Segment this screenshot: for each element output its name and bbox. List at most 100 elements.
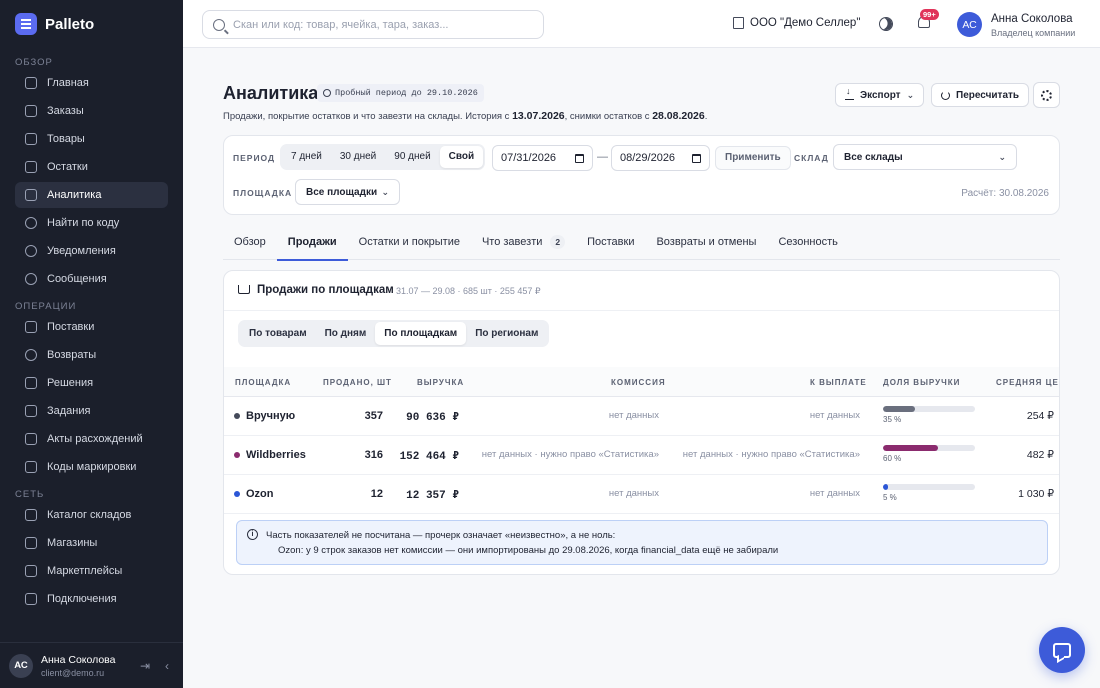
layers-icon xyxy=(25,161,37,173)
store-icon xyxy=(25,537,37,549)
view-option[interactable]: По регионам xyxy=(466,322,547,345)
sidebar-item-label: Маркетплейсы xyxy=(47,565,123,577)
sidebar-item[interactable]: Возвраты xyxy=(15,342,168,368)
chat-icon xyxy=(1053,642,1071,658)
view-option[interactable]: По дням xyxy=(316,322,376,345)
period-option[interactable]: 7 дней xyxy=(282,146,331,168)
plug-icon xyxy=(25,593,37,605)
view-option[interactable]: По площадкам xyxy=(375,322,467,345)
building-icon xyxy=(733,17,744,29)
filter-panel: ПЕРИОД 7 дней 30 дней 90 дней Свой 07/31/20… xyxy=(223,135,1060,215)
calendar-icon[interactable] xyxy=(575,153,584,163)
tab[interactable]: Поставки xyxy=(576,228,645,260)
platform-select[interactable]: Все площадки ⌄ xyxy=(295,179,400,205)
sidebar-item-label: Аналитика xyxy=(47,189,102,201)
date-to-input[interactable]: 08/29/2026 xyxy=(611,145,710,171)
tab[interactable]: Обзор xyxy=(223,228,277,260)
sidebar-section-title: ОПЕРАЦИИ xyxy=(15,301,77,312)
chat-button[interactable] xyxy=(1039,627,1085,673)
chevron-down-icon: ⌄ xyxy=(906,89,915,100)
sidebar-item[interactable]: Магазины xyxy=(15,530,168,556)
export-label: Экспорт xyxy=(860,89,901,101)
sidebar-item[interactable]: Заказы xyxy=(15,98,168,124)
collapse-sidebar-icon[interactable]: ‹ xyxy=(160,659,174,673)
tab[interactable]: Остатки и покрытие xyxy=(348,228,471,260)
period-label: ПЕРИОД xyxy=(233,153,276,163)
box-icon xyxy=(25,133,37,145)
sidebar-item[interactable]: Акты расхождений xyxy=(15,426,168,452)
tab[interactable]: Что завезти 2 xyxy=(471,228,576,260)
table-header: ПЛОЩАДКА ПРОДАНО, ШТ ВЫРУЧКА КОМИССИЯ К … xyxy=(224,367,1059,397)
avatar[interactable]: АС xyxy=(957,12,982,37)
apply-button[interactable]: Применить xyxy=(715,146,791,170)
sidebar-item[interactable]: Аналитика xyxy=(15,182,168,208)
chevron-down-icon: ⌄ xyxy=(998,151,1006,162)
tab-label: Обзор xyxy=(234,236,266,248)
table-row[interactable]: Ozon 12 12 357 ₽ нет данных нет данных 5 % 1 0… xyxy=(224,475,1059,514)
sidebar-item[interactable]: Найти по коду xyxy=(15,210,168,236)
period-option[interactable]: 90 дней xyxy=(385,146,439,168)
sidebar-item[interactable]: Решения xyxy=(15,370,168,396)
table-row[interactable]: Wildberries 316 152 464 ₽ нет данных · нужн… xyxy=(224,436,1059,475)
brand-name: Palleto xyxy=(45,15,95,33)
sidebar-item[interactable]: Подключения xyxy=(15,586,168,612)
column-header[interactable]: К ВЫПЛАТЕ xyxy=(810,378,867,387)
recalculate-button[interactable]: Пересчитать xyxy=(931,83,1030,107)
column-header[interactable]: КОМИССИЯ xyxy=(611,378,666,387)
company-name: ООО "Демо Селлер" xyxy=(750,17,861,29)
sidebar-item[interactable]: Поставки xyxy=(15,314,168,340)
recalculate-label: Пересчитать xyxy=(956,89,1020,101)
history-date: 13.07.2026 xyxy=(512,110,565,122)
analytics-tabs: Обзор Продажи Остатки и покрытие Что завезт… xyxy=(223,228,1060,261)
commission: нет данных xyxy=(608,410,659,421)
document-icon xyxy=(25,433,37,445)
sidebar-item[interactable]: Сообщения xyxy=(15,266,168,292)
theme-toggle-icon[interactable] xyxy=(877,15,895,33)
date-from-input[interactable]: 07/31/2026 xyxy=(492,145,593,171)
share-percent: 35 % xyxy=(883,415,902,424)
export-button[interactable]: Экспорт ⌄ xyxy=(835,83,925,107)
column-header[interactable]: ПРОДАНО, ШТ xyxy=(323,378,392,387)
tab[interactable]: Сезонность xyxy=(767,228,848,260)
sidebar-item[interactable]: Коды маркировки xyxy=(15,454,168,480)
share-bar xyxy=(883,445,975,451)
column-header[interactable]: ПЛОЩАДКА xyxy=(235,378,291,387)
settings-button[interactable] xyxy=(1033,82,1060,108)
sidebar-item[interactable]: Каталог складов xyxy=(15,502,168,528)
clock-icon xyxy=(323,89,331,97)
period-option[interactable]: 30 дней xyxy=(331,146,385,168)
column-header[interactable]: ДОЛЯ ВЫРУЧКИ xyxy=(883,378,960,387)
sidebar-item[interactable]: Уведомления xyxy=(15,238,168,264)
sidebar-item-label: Подключения xyxy=(47,593,117,605)
view-option[interactable]: По товарам xyxy=(240,322,316,345)
sidebar-section-title: ОБЗОР xyxy=(15,57,53,68)
user-menu[interactable]: Анна Соколова Владелец компании xyxy=(991,13,1075,38)
notifications-button[interactable]: 99+ xyxy=(916,9,939,32)
sidebar-item[interactable]: Задания xyxy=(15,398,168,424)
logout-icon[interactable]: ⇥ xyxy=(138,659,152,673)
column-header[interactable]: СРЕДНЯЯ ЦЕНА xyxy=(996,378,1059,387)
search-box[interactable] xyxy=(202,10,544,39)
company-switcher[interactable]: ООО "Демо Селлер" xyxy=(733,17,860,29)
column-header[interactable]: ВЫРУЧКА xyxy=(417,378,464,387)
bell-icon xyxy=(25,245,37,257)
sidebar-item[interactable]: Остатки xyxy=(15,154,168,180)
sidebar-item-label: Главная xyxy=(47,77,89,89)
tab[interactable]: Возвраты и отмены xyxy=(645,228,767,260)
period-option[interactable]: Свой xyxy=(439,146,484,168)
platform-label: ПЛОЩАДКА xyxy=(233,188,293,198)
tab[interactable]: Продажи xyxy=(276,228,348,261)
sales-by-platform-card: Продажи по площадкам 31.07 — 29.08 · 685… xyxy=(223,270,1060,575)
sidebar-item[interactable]: Маркетплейсы xyxy=(15,558,168,584)
sidebar-item[interactable]: Товары xyxy=(15,126,168,152)
search-input[interactable] xyxy=(233,18,523,31)
sidebar-item[interactable]: Главная xyxy=(15,70,168,96)
revenue: 90 636 ₽ xyxy=(406,412,459,424)
note-text: Ozon: у 9 строк заказов нет комиссии — о… xyxy=(278,545,779,556)
brand[interactable]: Palleto xyxy=(0,0,183,48)
warehouse-select[interactable]: Все склады ⌄ xyxy=(833,144,1017,170)
avatar[interactable]: АС xyxy=(9,653,33,678)
date-to-value: 08/29/2026 xyxy=(620,152,676,164)
calendar-icon[interactable] xyxy=(692,153,701,163)
table-row[interactable]: Вручную 357 90 636 ₽ нет данных нет данных 35… xyxy=(224,397,1059,436)
